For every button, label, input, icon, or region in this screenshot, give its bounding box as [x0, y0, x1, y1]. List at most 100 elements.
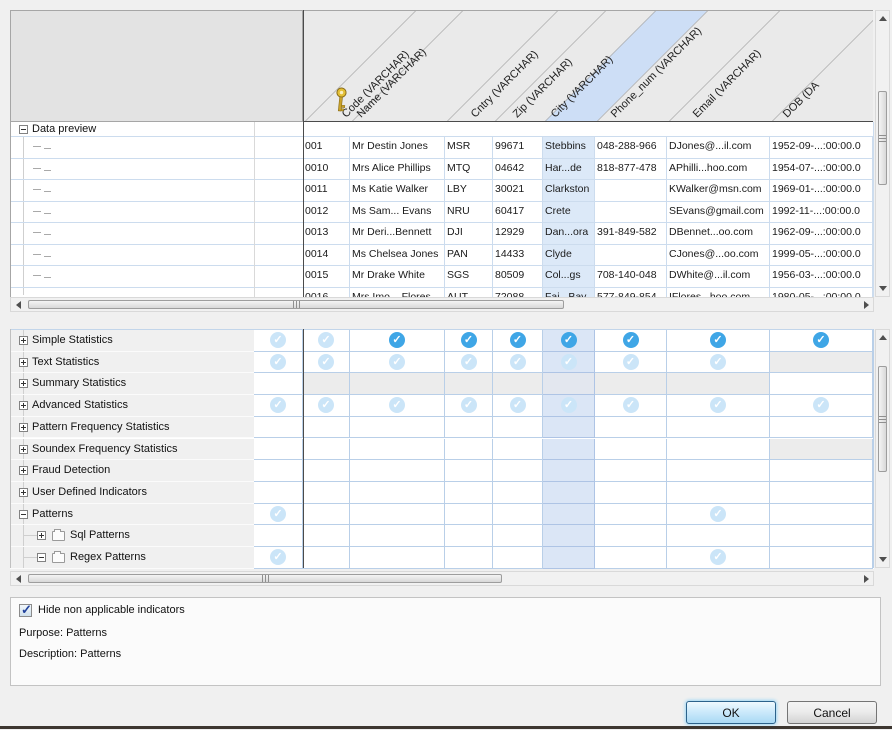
indicator-cell[interactable] — [770, 373, 873, 395]
expand-icon[interactable] — [19, 488, 28, 497]
scroll-right-arrow[interactable] — [859, 298, 874, 311]
indicator-cell[interactable] — [445, 439, 493, 461]
indicator-cell[interactable] — [543, 373, 595, 395]
expand-icon[interactable] — [19, 379, 28, 388]
indicator-cell[interactable] — [770, 547, 873, 569]
indicator-cell[interactable]: ✓ — [770, 395, 873, 417]
scroll-down-arrow[interactable] — [876, 281, 889, 296]
indicator-cell[interactable] — [254, 417, 303, 439]
indicator-cell[interactable] — [595, 373, 667, 395]
indicator-row-label[interactable]: Simple Statistics — [10, 330, 254, 352]
expand-icon[interactable] — [19, 423, 28, 432]
indicator-cell[interactable] — [493, 373, 543, 395]
hide-indicators-checkbox[interactable]: ✓ — [19, 604, 32, 617]
indicator-cell[interactable] — [667, 460, 770, 482]
indicator-row-label[interactable]: Soundex Frequency Statistics — [10, 439, 254, 461]
scrollbar-thumb[interactable] — [878, 366, 887, 472]
indicator-cell[interactable] — [350, 373, 445, 395]
indicator-cell[interactable] — [595, 460, 667, 482]
indicator-cell[interactable] — [493, 439, 543, 461]
indicator-cell[interactable] — [493, 460, 543, 482]
indicator-cell[interactable] — [770, 482, 873, 504]
indicator-cell[interactable]: ✓ — [543, 395, 595, 417]
indicator-cell[interactable] — [254, 460, 303, 482]
indicator-cell[interactable] — [667, 417, 770, 439]
indicator-cell[interactable] — [445, 482, 493, 504]
indicator-cell[interactable] — [350, 504, 445, 526]
indicator-cell[interactable] — [303, 482, 350, 504]
indicator-cell[interactable] — [254, 525, 303, 547]
indicator-cell[interactable] — [303, 547, 350, 569]
indicator-cell[interactable]: ✓ — [445, 395, 493, 417]
indicator-cell[interactable] — [667, 373, 770, 395]
indicator-cell[interactable]: ✓ — [254, 330, 303, 352]
indicator-cell[interactable]: ✓ — [350, 352, 445, 374]
indicator-cell[interactable] — [595, 504, 667, 526]
indicator-cell[interactable]: ✓ — [595, 330, 667, 352]
ok-button[interactable]: OK — [686, 701, 776, 724]
indicator-cell[interactable] — [543, 482, 595, 504]
indicator-cell[interactable]: ✓ — [303, 352, 350, 374]
indicator-cell[interactable] — [667, 482, 770, 504]
indicator-cell[interactable] — [303, 439, 350, 461]
scroll-up-arrow[interactable] — [876, 330, 889, 345]
indicator-cell[interactable]: ✓ — [595, 352, 667, 374]
indicator-cell[interactable] — [595, 482, 667, 504]
indicator-cell[interactable] — [493, 547, 543, 569]
indicator-cell[interactable] — [543, 439, 595, 461]
indicator-cell[interactable]: ✓ — [493, 395, 543, 417]
indicator-cell[interactable] — [445, 547, 493, 569]
indicator-cell[interactable]: ✓ — [595, 395, 667, 417]
indicator-row-label[interactable]: User Defined Indicators — [10, 482, 254, 504]
indicator-cell[interactable] — [493, 482, 543, 504]
indicator-cell[interactable] — [350, 460, 445, 482]
indicator-cell[interactable] — [543, 547, 595, 569]
indicator-cell[interactable] — [595, 417, 667, 439]
indicator-row-label[interactable]: Patterns — [10, 504, 254, 526]
indicator-cell[interactable] — [445, 373, 493, 395]
indicator-cell[interactable]: ✓ — [667, 504, 770, 526]
scroll-left-arrow[interactable] — [11, 298, 26, 311]
collapse-icon[interactable] — [37, 553, 46, 562]
scroll-left-arrow[interactable] — [11, 572, 26, 585]
hide-indicators-label[interactable]: Hide non applicable indicators — [38, 604, 185, 616]
indicator-cell[interactable] — [493, 417, 543, 439]
indicator-cell[interactable]: ✓ — [303, 395, 350, 417]
indicator-cell[interactable] — [595, 547, 667, 569]
indicator-row-label[interactable]: Sql Patterns — [10, 525, 254, 547]
indicator-cell[interactable] — [303, 417, 350, 439]
indicator-cell[interactable]: ✓ — [493, 352, 543, 374]
indicator-cell[interactable]: ✓ — [303, 330, 350, 352]
indicator-cell[interactable] — [770, 525, 873, 547]
indicator-cell[interactable]: ✓ — [770, 330, 873, 352]
indicator-cell[interactable]: ✓ — [254, 352, 303, 374]
indicator-cell[interactable] — [350, 547, 445, 569]
indicator-cell[interactable]: ✓ — [543, 352, 595, 374]
scroll-up-arrow[interactable] — [876, 11, 889, 26]
indicator-cell[interactable] — [667, 525, 770, 547]
indicator-row-label[interactable]: Text Statistics — [10, 352, 254, 374]
indicator-cell[interactable]: ✓ — [543, 330, 595, 352]
indicator-cell[interactable] — [445, 525, 493, 547]
preview-vertical-scrollbar[interactable] — [875, 10, 890, 297]
preview-horizontal-scrollbar[interactable] — [10, 297, 874, 312]
indicator-cell[interactable] — [303, 504, 350, 526]
indicator-cell[interactable] — [303, 373, 350, 395]
indicators-vertical-scrollbar[interactable] — [875, 329, 890, 568]
indicator-cell[interactable]: ✓ — [667, 547, 770, 569]
indicator-cell[interactable] — [770, 352, 873, 374]
indicator-cell[interactable] — [445, 504, 493, 526]
collapse-icon[interactable] — [19, 510, 28, 519]
indicator-cell[interactable] — [303, 460, 350, 482]
indicator-row-label[interactable]: Regex Patterns — [10, 547, 254, 569]
indicator-cell[interactable]: ✓ — [254, 395, 303, 417]
indicator-cell[interactable] — [445, 460, 493, 482]
indicator-cell[interactable]: ✓ — [254, 504, 303, 526]
indicator-cell[interactable] — [543, 525, 595, 547]
column-header[interactable]: Code (VARCHAR) — [339, 48, 412, 121]
scroll-right-arrow[interactable] — [859, 572, 874, 585]
expand-icon[interactable] — [37, 531, 46, 540]
indicator-cell[interactable] — [770, 439, 873, 461]
indicator-cell[interactable] — [543, 504, 595, 526]
indicator-cell[interactable] — [543, 460, 595, 482]
